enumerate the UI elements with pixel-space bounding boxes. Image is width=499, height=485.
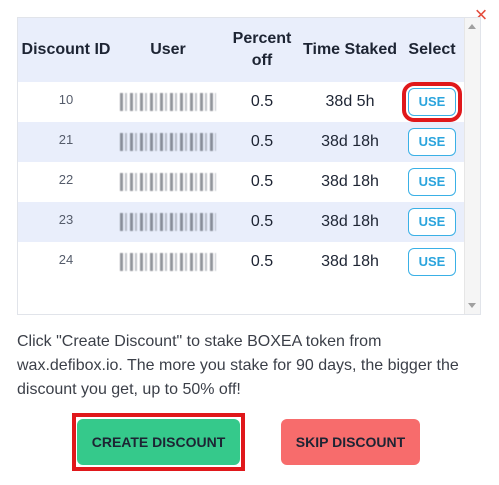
user-cell: [114, 82, 222, 122]
time-staked-cell: 38d 18h: [321, 133, 379, 150]
select-cell: USE: [398, 242, 466, 282]
percent-cell: 0.5: [250, 213, 274, 230]
create-discount-button[interactable]: CREATE DISCOUNT: [77, 419, 240, 465]
header-time-staked: Time Staked: [303, 41, 397, 58]
time-staked-cell: 38d 18h: [321, 173, 379, 190]
use-button[interactable]: USE: [408, 128, 456, 156]
table-row: 10 0.5 38d 5h USE: [18, 82, 466, 122]
scroll-up-arrow-icon[interactable]: [468, 24, 476, 29]
user-cell: [114, 202, 222, 242]
table-row: 21 0.5 38d 18h USE: [18, 122, 466, 162]
discount-table-container: Discount ID User Percent off Time Staked…: [17, 17, 481, 315]
discount-id-cell: 23: [58, 212, 74, 227]
table-row: 22 0.5 38d 18h USE: [18, 162, 466, 202]
table-row: 23 0.5 38d 18h USE: [18, 202, 466, 242]
redacted-username: [120, 252, 216, 271]
user-cell: [114, 162, 222, 202]
redacted-username: [120, 172, 216, 191]
redacted-username: [120, 212, 216, 231]
stake-info-text: Click "Create Discount" to stake BOXEA t…: [17, 333, 459, 398]
discount-id-cell: 22: [58, 172, 74, 187]
percent-cell: 0.5: [250, 133, 274, 150]
skip-discount-button[interactable]: SKIP DISCOUNT: [281, 419, 420, 465]
header-discount-id: Discount ID: [21, 41, 111, 58]
use-button[interactable]: USE: [402, 82, 462, 122]
user-cell: [114, 122, 222, 162]
use-button[interactable]: USE: [408, 248, 456, 276]
redacted-username: [120, 132, 216, 151]
table-row: 24 0.5 38d 18h USE: [18, 242, 466, 282]
header-user: User: [150, 41, 186, 58]
discount-id-cell: 10: [58, 92, 74, 107]
percent-cell: 0.5: [250, 253, 274, 270]
discount-id-cell: 24: [58, 252, 74, 267]
table-header-row: Discount ID User Percent off Time Staked…: [18, 18, 466, 82]
user-cell: [114, 242, 222, 282]
use-button[interactable]: USE: [408, 168, 456, 196]
redacted-username: [120, 92, 216, 111]
discount-id-cell: 21: [58, 132, 74, 147]
time-staked-cell: 38d 18h: [321, 213, 379, 230]
time-staked-cell: 38d 18h: [321, 253, 379, 270]
header-select: Select: [408, 41, 456, 58]
discount-table: Discount ID User Percent off Time Staked…: [18, 18, 466, 282]
use-button[interactable]: USE: [408, 208, 456, 236]
time-staked-cell: 38d 5h: [325, 93, 375, 110]
vertical-scrollbar[interactable]: [464, 18, 480, 314]
percent-cell: 0.5: [250, 93, 274, 110]
select-cell: USE: [398, 122, 466, 162]
select-cell: USE: [398, 162, 466, 202]
header-percent-off: Percent off: [232, 30, 292, 69]
select-cell: USE: [398, 202, 466, 242]
select-cell: USE: [398, 82, 466, 122]
percent-cell: 0.5: [250, 173, 274, 190]
scroll-down-arrow-icon[interactable]: [468, 303, 476, 308]
